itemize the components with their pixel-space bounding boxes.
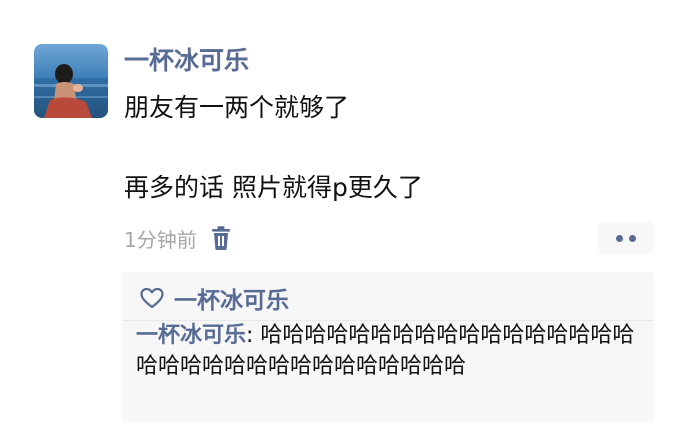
- comment-separator: :: [246, 323, 261, 348]
- post-text: 朋友有一两个就够了 再多的话 照片就得p更久了: [124, 88, 664, 208]
- avatar-photo: [34, 44, 108, 118]
- moment-card: 一杯冰可乐 朋友有一两个就够了 再多的话 照片就得p更久了 1分钟前 一杯冰可乐…: [0, 0, 690, 428]
- more-dots-icon: [629, 234, 636, 242]
- more-options-button[interactable]: [598, 222, 654, 254]
- nickname[interactable]: 一杯冰可乐: [124, 44, 249, 78]
- post-text-blank-line: [124, 128, 664, 168]
- trash-icon[interactable]: [209, 225, 233, 251]
- comment-item[interactable]: 一杯冰可乐: 哈哈哈哈哈哈哈哈哈哈哈哈哈哈哈哈哈哈哈哈哈哈哈哈哈哈哈哈哈哈哈哈: [136, 320, 646, 382]
- post-text-line: 朋友有一两个就够了: [124, 93, 350, 122]
- timestamp: 1分钟前: [124, 227, 197, 252]
- avatar[interactable]: [34, 44, 108, 118]
- likes-row: 一杯冰可乐: [140, 280, 289, 316]
- like-user-name[interactable]: 一杯冰可乐: [174, 281, 289, 315]
- post-meta-row: 1分钟前: [124, 222, 233, 254]
- more-dots-icon: [616, 234, 623, 242]
- interaction-panel: 一杯冰可乐 一杯冰可乐: 哈哈哈哈哈哈哈哈哈哈哈哈哈哈哈哈哈哈哈哈哈哈哈哈哈哈哈…: [122, 272, 654, 422]
- heart-icon: [140, 287, 164, 309]
- comment-author[interactable]: 一杯冰可乐: [136, 323, 246, 348]
- post-text-line: 再多的话 照片就得p更久了: [124, 173, 423, 202]
